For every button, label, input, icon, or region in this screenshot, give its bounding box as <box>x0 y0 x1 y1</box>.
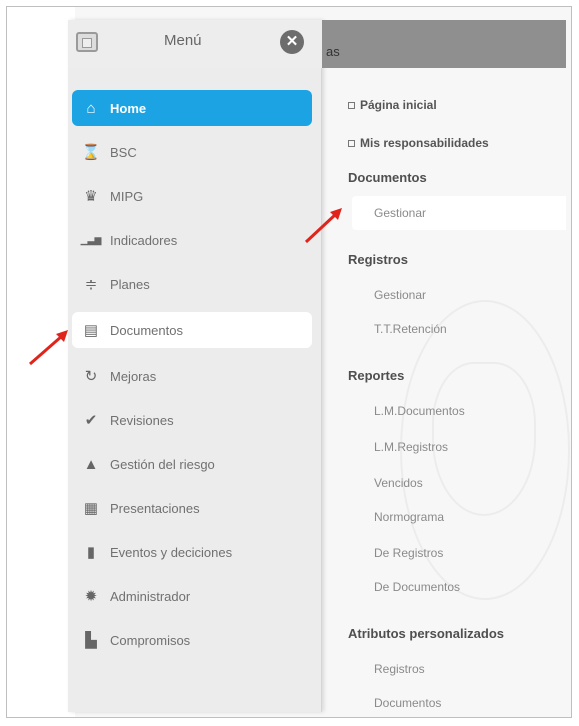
link-pagina-inicial[interactable]: Página inicial <box>348 98 437 112</box>
sidebar-item-label: Presentaciones <box>110 500 200 516</box>
sidebar-item-eventos[interactable]: ▮ Eventos y deciciones <box>72 534 312 570</box>
sidebar-item-label: Documentos <box>110 322 183 338</box>
sidebar-item-label: Home <box>110 100 147 116</box>
red-arrow-icon <box>304 208 342 244</box>
submenu-registros-tt-retencion[interactable]: T.T.Retención <box>374 322 447 336</box>
sidebar-menu: Menú ✕ ⌂ Home ⌛ BSC ♛ MIPG ▁▃▆ Indicador… <box>68 20 322 712</box>
top-header-bar: as <box>322 20 566 68</box>
sidebar-item-label: Administrador <box>110 588 191 604</box>
check-circle-icon: ✔ <box>84 412 98 429</box>
close-icon[interactable]: ✕ <box>280 30 304 54</box>
sidebar-item-indicadores[interactable]: ▁▃▆ Indicadores <box>72 222 312 258</box>
menu-title: Menú <box>164 32 202 49</box>
submenu-atributos-registros[interactable]: Registros <box>374 662 425 676</box>
sidebar-item-mipg[interactable]: ♛ MIPG <box>72 178 312 214</box>
sidebar-item-gestion-riesgo[interactable]: ▲ Gestión del riesgo <box>72 446 312 482</box>
refresh-icon: ↻ <box>84 368 98 385</box>
section-documentos: Documentos <box>348 170 427 185</box>
submenu-reportes-lm-documentos[interactable]: L.M.Documentos <box>374 404 465 418</box>
link-label: Mis responsabilidades <box>360 136 489 150</box>
submenu-reportes-lm-registros[interactable]: L.M.Registros <box>374 440 448 454</box>
hourglass-icon: ⌛ <box>81 144 101 161</box>
section-atributos-personalizados: Atributos personalizados <box>348 626 505 641</box>
building-icon: ▙ <box>85 632 97 649</box>
submenu-reportes-de-documentos[interactable]: De Documentos <box>374 580 460 594</box>
lock-icon: ▮ <box>86 544 96 561</box>
square-icon <box>348 101 355 109</box>
sidebar-item-label: Planes <box>110 276 150 292</box>
sidebar-item-mejoras[interactable]: ↻ Mejoras <box>72 358 312 394</box>
submenu-reportes-de-registros[interactable]: De Registros <box>374 546 443 560</box>
sidebar-item-label: Indicadores <box>110 232 178 248</box>
sidebar-item-label: BSC <box>110 144 137 160</box>
sidebar-item-label: Mejoras <box>110 368 157 384</box>
submenu-atributos-documentos[interactable]: Documentos <box>374 696 441 710</box>
presentation-icon: ▦ <box>83 500 99 517</box>
sidebar-item-label: Gestión del riesgo <box>110 456 215 472</box>
sidebar-item-planes[interactable]: ≑ Planes <box>72 266 312 302</box>
submenu-reportes-normograma[interactable]: Normograma <box>374 510 444 524</box>
sidebar-item-label: Compromisos <box>110 632 191 648</box>
submenu-reportes-vencidos[interactable]: Vencidos <box>374 476 423 490</box>
sidebar-item-documentos[interactable]: ▤ Documentos <box>72 312 312 348</box>
sidebar-item-revisiones[interactable]: ✔ Revisiones <box>72 402 312 438</box>
sidebar-item-home[interactable]: ⌂ Home <box>72 90 312 126</box>
sidebar-header: Menú ✕ <box>68 20 322 68</box>
header-text: as <box>326 44 340 59</box>
warning-icon: ▲ <box>83 455 99 473</box>
section-registros: Registros <box>348 252 408 267</box>
bar-chart-icon: ▁▃▆ <box>80 234 102 245</box>
sidebar-item-compromisos[interactable]: ▙ Compromisos <box>72 622 312 658</box>
link-label: Página inicial <box>360 98 437 112</box>
sidebar-item-label: Eventos y deciciones <box>110 544 233 560</box>
sidebar-item-label: Revisiones <box>110 412 174 428</box>
award-icon: ♛ <box>84 188 98 205</box>
submenu-documentos-gestionar[interactable]: Gestionar <box>374 206 426 220</box>
section-reportes: Reportes <box>348 368 405 383</box>
sidebar-item-bsc[interactable]: ⌛ BSC <box>72 134 312 170</box>
submenu-registros-gestionar[interactable]: Gestionar <box>374 288 426 302</box>
sidebar-item-label: MIPG <box>110 188 144 204</box>
database-icon: ▤ <box>83 322 99 339</box>
gear-icon: ✹ <box>84 588 98 605</box>
sidebar-item-presentaciones[interactable]: ▦ Presentaciones <box>72 490 312 526</box>
sliders-icon: ≑ <box>84 276 98 293</box>
sidebar-item-administrador[interactable]: ✹ Administrador <box>72 578 312 614</box>
home-icon: ⌂ <box>86 99 96 117</box>
expand-icon[interactable] <box>76 32 98 52</box>
link-mis-responsabilidades[interactable]: Mis responsabilidades <box>348 136 489 150</box>
square-icon <box>348 139 355 147</box>
red-arrow-icon <box>29 330 68 366</box>
